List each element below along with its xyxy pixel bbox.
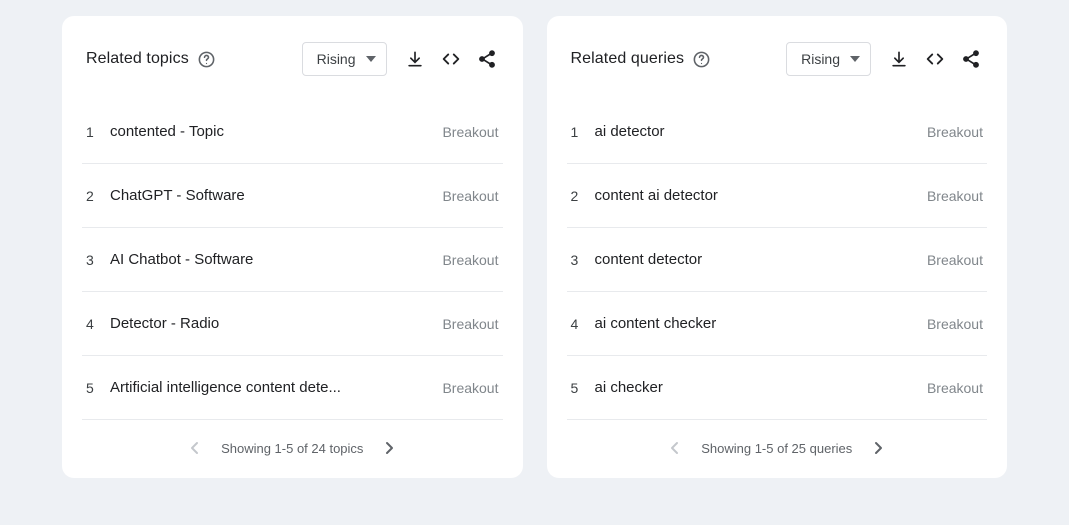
item-label: AI Chatbot - Software [110, 251, 442, 268]
help-icon[interactable] [197, 50, 216, 69]
card-title: Related topics [86, 50, 189, 68]
pager: Showing 1-5 of 24 topics [62, 420, 523, 478]
related-topics-card: Related topics Rising 1 [62, 16, 523, 478]
item-metric: Breakout [442, 252, 498, 268]
pager-prev[interactable] [663, 436, 687, 460]
item-label: ai detector [595, 123, 927, 140]
list-item[interactable]: 2 content ai detector Breakout [567, 164, 988, 228]
share-icon[interactable] [469, 41, 505, 77]
item-metric: Breakout [927, 252, 983, 268]
list-item[interactable]: 3 AI Chatbot - Software Breakout [82, 228, 503, 292]
item-rank: 5 [571, 380, 595, 396]
related-queries-card: Related queries Rising 1 [547, 16, 1008, 478]
item-label: content ai detector [595, 187, 927, 204]
list-item[interactable]: 4 ai content checker Breakout [567, 292, 988, 356]
pager-text: Showing 1-5 of 24 topics [221, 441, 363, 456]
embed-icon[interactable] [433, 41, 469, 77]
item-metric: Breakout [442, 380, 498, 396]
item-rank: 1 [86, 124, 110, 140]
item-metric: Breakout [927, 316, 983, 332]
item-metric: Breakout [442, 188, 498, 204]
list-item[interactable]: 4 Detector - Radio Breakout [82, 292, 503, 356]
chevron-down-icon [850, 56, 860, 62]
share-icon[interactable] [953, 41, 989, 77]
list-item[interactable]: 1 ai detector Breakout [567, 100, 988, 164]
card-header: Related topics Rising [62, 16, 523, 88]
item-label: contented - Topic [110, 123, 442, 140]
list-item[interactable]: 1 contented - Topic Breakout [82, 100, 503, 164]
item-metric: Breakout [927, 188, 983, 204]
list-item[interactable]: 2 ChatGPT - Software Breakout [82, 164, 503, 228]
help-icon[interactable] [692, 50, 711, 69]
item-rank: 3 [571, 252, 595, 268]
download-icon[interactable] [881, 41, 917, 77]
item-label: content detector [595, 251, 927, 268]
card-title: Related queries [571, 50, 685, 68]
item-rank: 4 [86, 316, 110, 332]
item-label: ChatGPT - Software [110, 187, 442, 204]
queries-list: 1 ai detector Breakout 2 content ai dete… [547, 88, 1008, 420]
item-rank: 4 [571, 316, 595, 332]
item-label: ai checker [595, 379, 927, 396]
item-rank: 1 [571, 124, 595, 140]
embed-icon[interactable] [917, 41, 953, 77]
card-header: Related queries Rising [547, 16, 1008, 88]
pager-next[interactable] [377, 436, 401, 460]
item-rank: 5 [86, 380, 110, 396]
list-item[interactable]: 5 Artificial intelligence content dete..… [82, 356, 503, 420]
pager-next[interactable] [866, 436, 890, 460]
item-metric: Breakout [442, 316, 498, 332]
item-rank: 2 [86, 188, 110, 204]
sort-dropdown[interactable]: Rising [302, 42, 387, 76]
item-metric: Breakout [442, 124, 498, 140]
item-rank: 2 [571, 188, 595, 204]
item-rank: 3 [86, 252, 110, 268]
sort-dropdown[interactable]: Rising [786, 42, 871, 76]
list-item[interactable]: 3 content detector Breakout [567, 228, 988, 292]
pager-prev[interactable] [183, 436, 207, 460]
sort-dropdown-label: Rising [317, 51, 356, 67]
list-item[interactable]: 5 ai checker Breakout [567, 356, 988, 420]
download-icon[interactable] [397, 41, 433, 77]
item-metric: Breakout [927, 380, 983, 396]
item-label: Artificial intelligence content dete... [110, 379, 442, 396]
topics-list: 1 contented - Topic Breakout 2 ChatGPT -… [62, 88, 523, 420]
chevron-down-icon [366, 56, 376, 62]
pager-text: Showing 1-5 of 25 queries [701, 441, 852, 456]
item-label: ai content checker [595, 315, 927, 332]
item-label: Detector - Radio [110, 315, 442, 332]
pager: Showing 1-5 of 25 queries [547, 420, 1008, 478]
sort-dropdown-label: Rising [801, 51, 840, 67]
item-metric: Breakout [927, 124, 983, 140]
